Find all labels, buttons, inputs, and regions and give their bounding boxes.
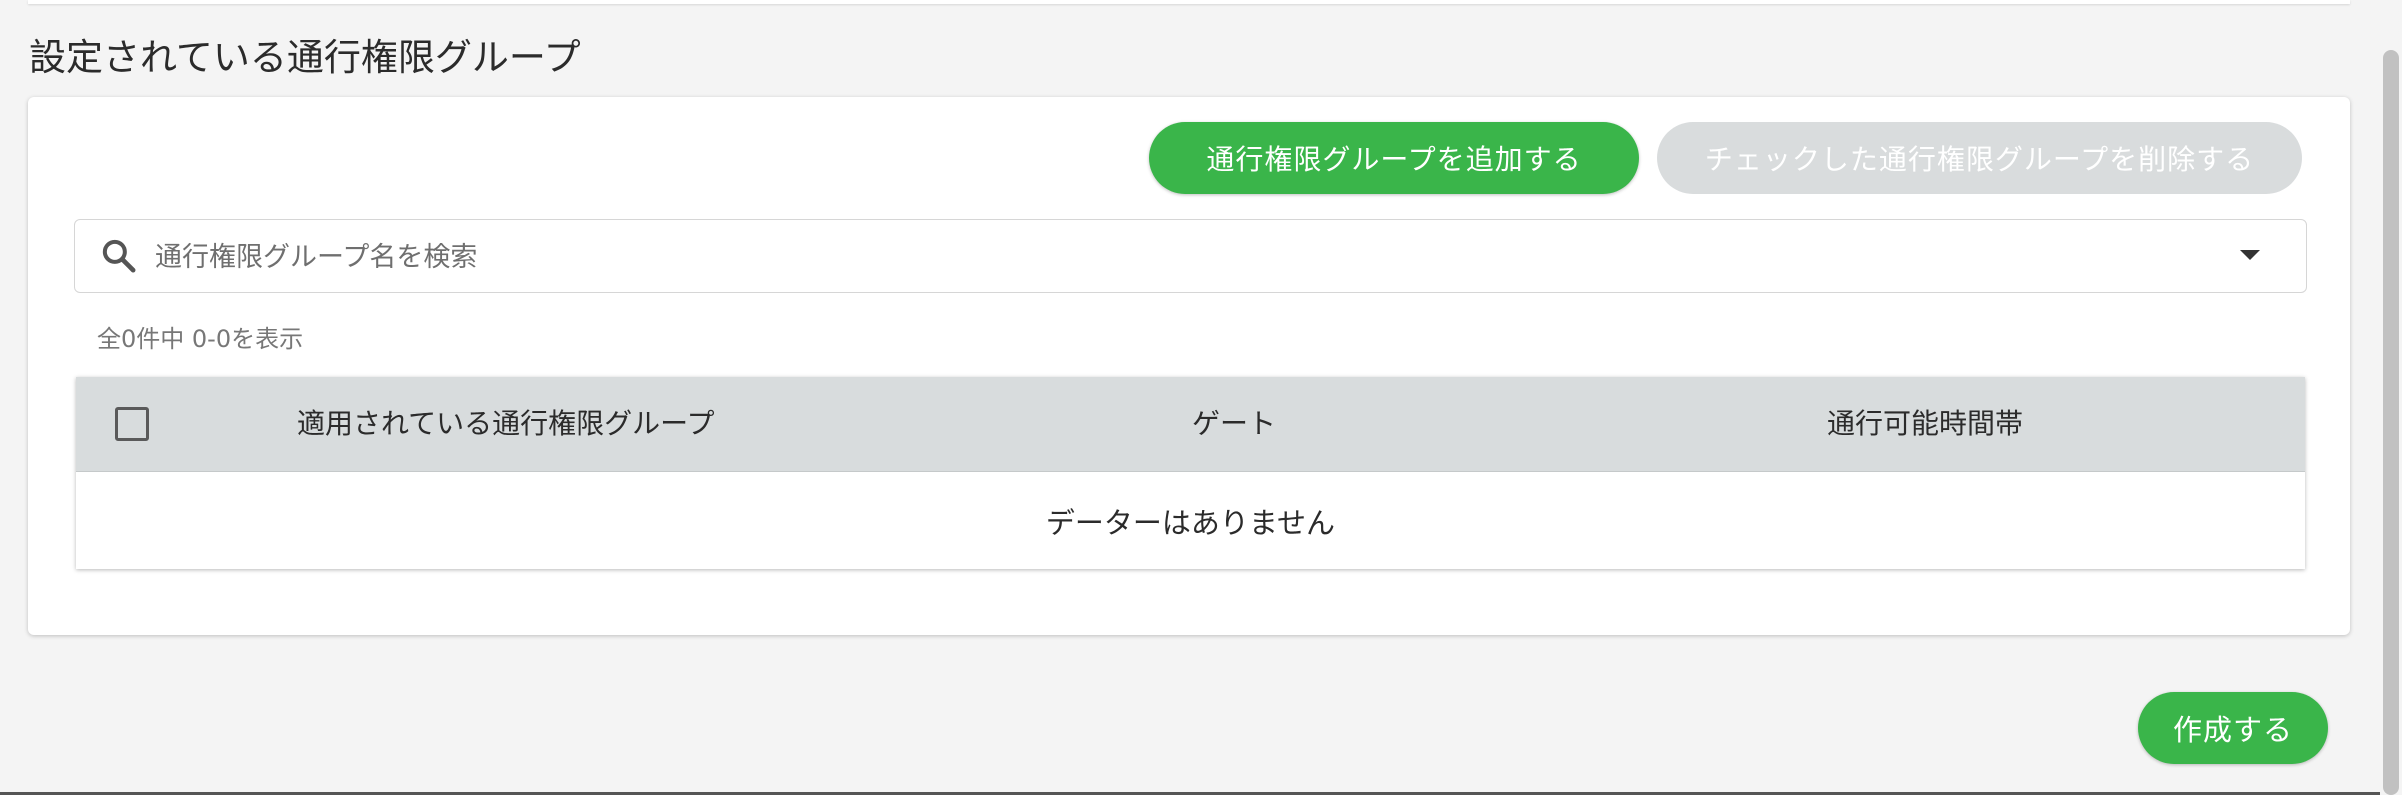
caret-down-icon[interactable]	[2240, 250, 2260, 260]
result-count: 全0件中 0-0を表示	[97, 325, 304, 353]
table-empty-row: データーはありません	[1045, 505, 1336, 540]
search-field[interactable]	[74, 219, 2307, 293]
add-access-group-button[interactable]: 通行権限グループを追加する	[1149, 122, 1639, 194]
access-group-card: 通行権限グループを追加する チェックした通行権限グループを削除する 全0件中 0…	[28, 97, 2350, 635]
delete-checked-groups-button[interactable]: チェックした通行権限グループを削除する	[1657, 122, 2302, 194]
scrollbar-thumb[interactable]	[2383, 50, 2399, 795]
column-header-access-group[interactable]: 適用されている通行権限グループ	[297, 377, 714, 471]
search-input[interactable]	[153, 232, 2207, 282]
access-group-table: 適用されている通行権限グループ ゲート 通行可能時間帯 データーはありません	[76, 377, 2305, 569]
select-all-checkbox[interactable]	[115, 407, 149, 441]
column-header-time-slot[interactable]: 通行可能時間帯	[1827, 377, 2023, 471]
previous-card-edge	[28, 0, 2350, 4]
column-header-gate[interactable]: ゲート	[1192, 377, 1276, 471]
search-icon	[99, 236, 139, 276]
create-button[interactable]: 作成する	[2138, 692, 2328, 764]
section-title: 設定されている通行権限グループ	[29, 36, 581, 79]
page: 設定されている通行権限グループ 通行権限グループを追加する チェックした通行権限…	[0, 0, 2402, 795]
table-header: 適用されている通行権限グループ ゲート 通行可能時間帯	[76, 377, 2305, 472]
